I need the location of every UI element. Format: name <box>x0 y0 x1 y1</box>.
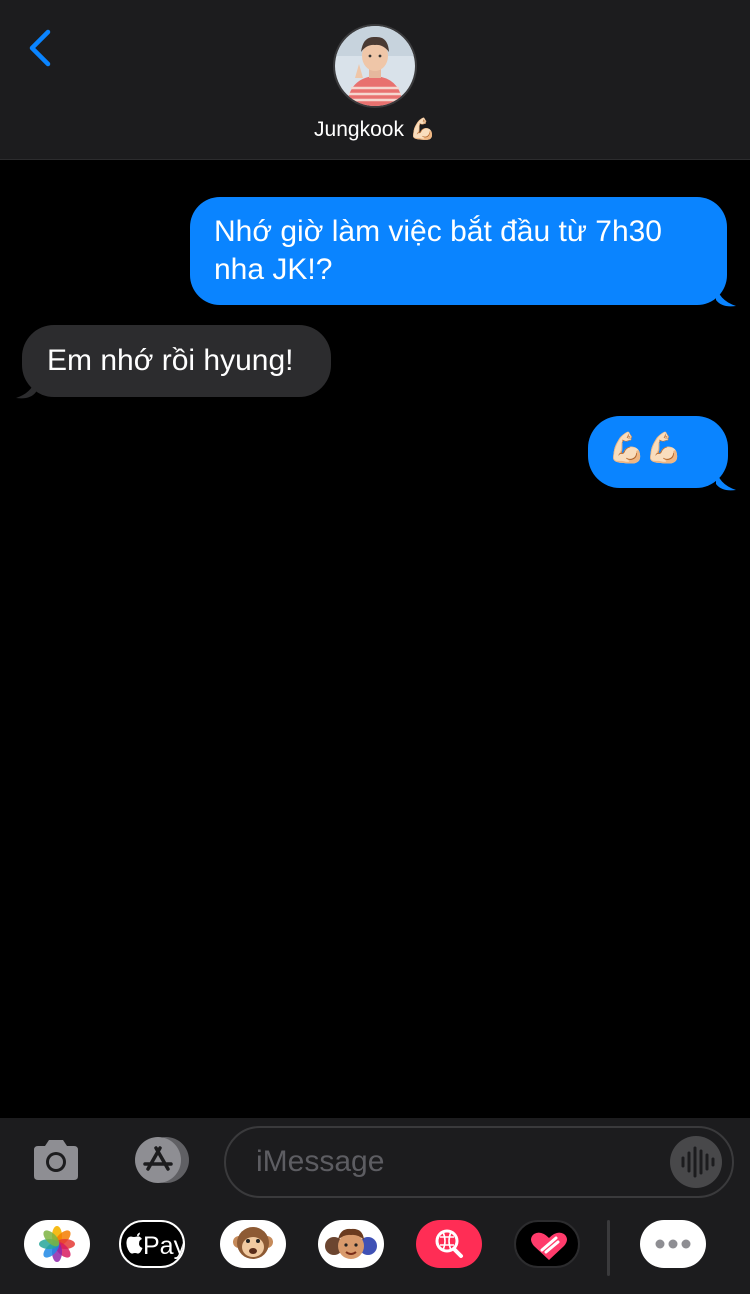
message-input[interactable] <box>256 1142 656 1182</box>
contact-avatar[interactable] <box>333 24 417 108</box>
message-text: Em nhớ rồi hyung! <box>47 344 294 377</box>
digital-touch-icon <box>531 1232 567 1260</box>
animoji-app-button[interactable] <box>220 1220 286 1268</box>
bubble-tail <box>716 468 736 491</box>
back-button[interactable] <box>22 26 62 70</box>
contact-name[interactable]: Jungkook 💪🏻 <box>0 118 750 142</box>
message-bubble-outgoing[interactable]: 💪🏻💪🏻 <box>588 416 728 488</box>
animoji-icon <box>233 1227 273 1259</box>
message-list[interactable]: Nhớ giờ làm việc bắt đầu từ 7h30 nha JK!… <box>0 160 750 1118</box>
dictation-button[interactable] <box>670 1136 722 1188</box>
message-text: Nhớ giờ làm việc bắt đầu từ 7h30 nha JK!… <box>214 215 662 286</box>
conversation-header: Jungkook 💪🏻 <box>0 0 750 160</box>
more-icon <box>655 1239 691 1249</box>
memoji-app-button[interactable] <box>318 1220 384 1268</box>
camera-button[interactable] <box>30 1138 82 1182</box>
photos-app-button[interactable] <box>24 1220 90 1268</box>
compose-bar: Pay <box>0 1118 750 1294</box>
bubble-tail <box>16 376 36 399</box>
more-apps-button[interactable] <box>640 1220 706 1268</box>
image-search-app-button[interactable] <box>416 1220 482 1268</box>
memoji-icon <box>325 1228 377 1259</box>
audio-waveform-icon <box>681 1146 715 1178</box>
app-store-button[interactable] <box>126 1136 192 1184</box>
app-drawer: Pay <box>0 1220 750 1280</box>
message-text: 💪🏻💪🏻 <box>608 432 683 465</box>
apple-pay-button[interactable]: Pay <box>119 1220 185 1268</box>
apple-logo-icon <box>126 1232 143 1254</box>
apple-pay-label: Pay <box>143 1232 185 1260</box>
bubble-tail <box>716 284 736 307</box>
image-search-icon <box>435 1229 463 1258</box>
camera-icon <box>34 1140 78 1180</box>
chevron-left-icon <box>29 29 51 67</box>
message-bubble-outgoing[interactable]: Nhớ giờ làm việc bắt đầu từ 7h30 nha JK!… <box>190 197 727 305</box>
message-input-field[interactable] <box>224 1126 734 1198</box>
avatar-photo <box>335 26 415 106</box>
app-drawer-divider <box>607 1220 610 1276</box>
photos-icon <box>39 1226 75 1262</box>
digital-touch-app-button[interactable] <box>514 1220 580 1268</box>
app-store-icon <box>135 1137 189 1183</box>
message-bubble-incoming[interactable]: Em nhớ rồi hyung! <box>22 325 331 397</box>
